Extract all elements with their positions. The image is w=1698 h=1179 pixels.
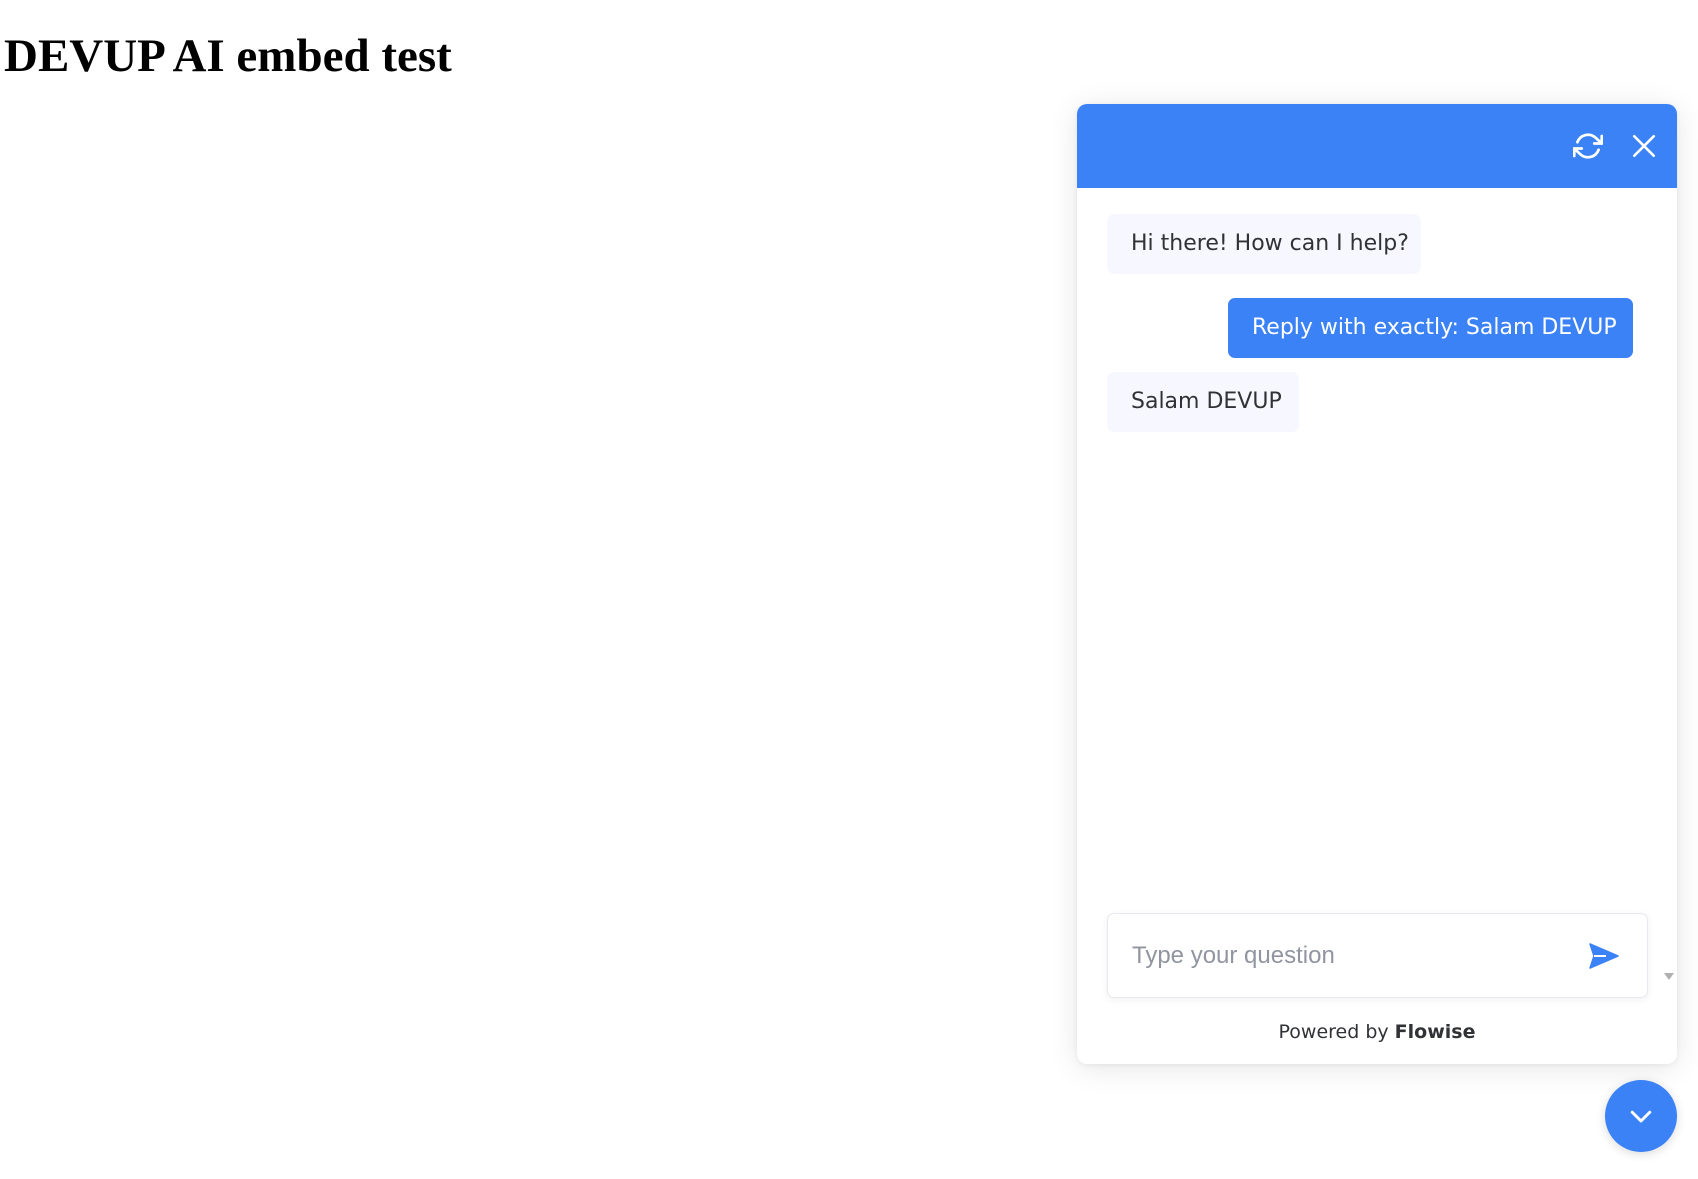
send-button[interactable] [1584, 936, 1624, 976]
powered-by-brand-link[interactable]: Flowise [1395, 1021, 1476, 1043]
user-message: Reply with exactly: Salam DEVUP [1228, 298, 1633, 358]
close-icon [1632, 134, 1656, 158]
chat-toggle-button[interactable] [1605, 1080, 1677, 1152]
bot-message: Hi there! How can I help? [1107, 214, 1421, 274]
refresh-button[interactable] [1566, 124, 1610, 168]
scroll-down-arrow[interactable] [1664, 973, 1674, 980]
chat-window: Hi there! How can I help? Reply with exa… [1077, 104, 1677, 1064]
question-input-container [1107, 913, 1648, 998]
send-icon [1589, 943, 1619, 969]
refresh-icon [1573, 133, 1603, 159]
bot-message: Salam DEVUP [1107, 372, 1299, 432]
chevron-down-icon [1630, 1110, 1652, 1123]
powered-by-footer: Powered by Flowise [1077, 1020, 1677, 1044]
chat-header [1077, 104, 1677, 188]
chat-messages: Hi there! How can I help? Reply with exa… [1077, 188, 1677, 980]
powered-by-label: Powered by [1278, 1021, 1389, 1043]
question-input[interactable] [1132, 934, 1562, 978]
close-button[interactable] [1622, 124, 1666, 168]
page-title: DEVUP AI embed test [4, 30, 452, 82]
